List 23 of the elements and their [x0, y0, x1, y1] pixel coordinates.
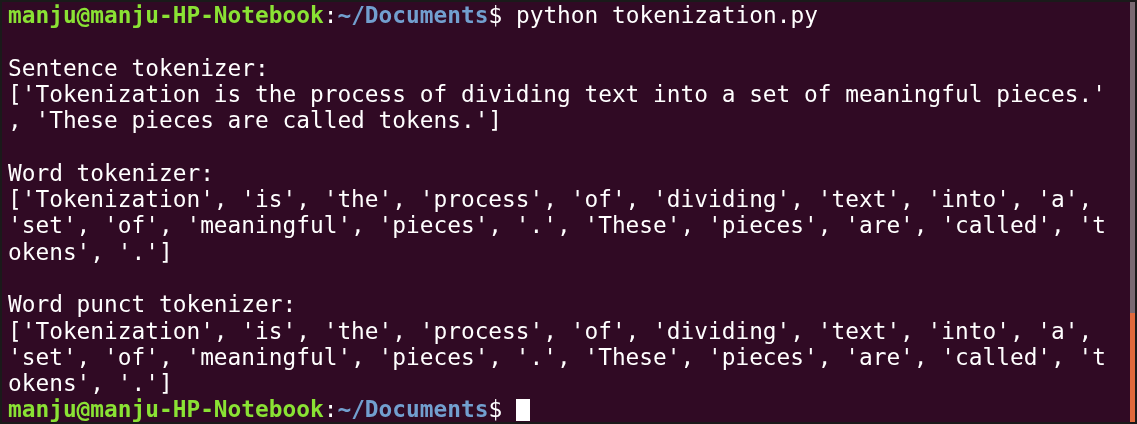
output-line: ['Tokenization', 'is', 'the', 'process', 'of', 'dividing', 'text', 'into', 'a', — [8, 186, 1093, 213]
output-line: Sentence tokenizer: — [8, 54, 269, 81]
prompt-separator: : — [323, 2, 338, 29]
command-text: python tokenization.py — [515, 2, 818, 29]
prompt-user-host: manju@manju-HP-Notebook — [8, 396, 324, 422]
output-line: 'set', 'of', 'meaningful', 'pieces', '.', 'These', 'pieces', 'are', 'called', 't — [8, 343, 1106, 370]
prompt-symbol: $ — [488, 396, 503, 422]
output-line: ['Tokenization', 'is', 'the', 'process', 'of', 'dividing', 'text', 'into', 'a', — [8, 317, 1093, 344]
prompt-path: ~/Documents — [337, 396, 489, 422]
output-line: Word tokenizer: — [8, 159, 214, 186]
prompt-path: ~/Documents — [337, 2, 489, 29]
output-line: , 'These pieces are called tokens.'] — [8, 107, 503, 134]
text-cursor — [515, 398, 530, 421]
prompt-user-host: manju@manju-HP-Notebook — [8, 2, 324, 29]
scrollbar-track[interactable] — [1130, 2, 1135, 422]
output-line: okens', '.'] — [8, 370, 173, 397]
output-line: 'set', 'of', 'meaningful', 'pieces', '.', 'These', 'pieces', 'are', 'called', 't — [8, 212, 1106, 239]
scrollbar-thumb[interactable] — [1130, 312, 1135, 422]
output-line: ['Tokenization is the process of dividing text into a set of meaningful pieces.' — [8, 80, 1106, 107]
output-line: okens', '.'] — [8, 238, 173, 265]
prompt-symbol: $ — [488, 2, 503, 29]
prompt-separator: : — [323, 396, 338, 422]
output-line: Word punct tokenizer: — [8, 291, 297, 318]
